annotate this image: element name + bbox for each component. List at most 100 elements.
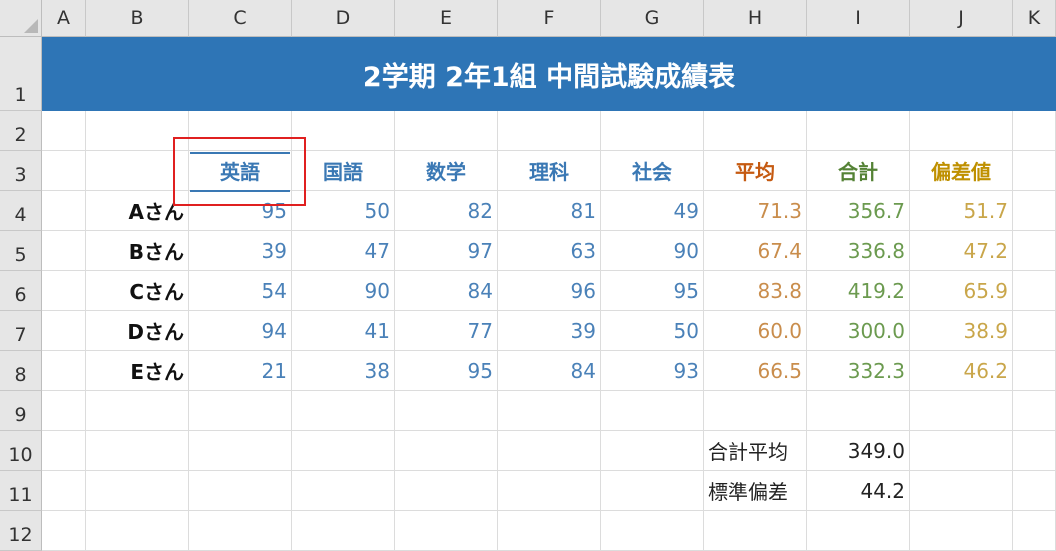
score-deviation[interactable]: 51.7 xyxy=(910,191,1013,231)
cell-d9[interactable] xyxy=(292,391,395,431)
column-header-d[interactable]: D xyxy=(292,0,395,37)
score-average[interactable]: 67.4 xyxy=(704,231,807,271)
score-social[interactable]: 90 xyxy=(601,231,704,271)
score-math[interactable]: 82 xyxy=(395,191,498,231)
score-total[interactable]: 336.8 xyxy=(807,231,910,271)
cell-i9[interactable] xyxy=(807,391,910,431)
score-science[interactable]: 84 xyxy=(498,351,601,391)
score-average[interactable]: 71.3 xyxy=(704,191,807,231)
cell-a4[interactable] xyxy=(42,191,86,231)
cell-k10[interactable] xyxy=(1013,431,1056,471)
score-total[interactable]: 419.2 xyxy=(807,271,910,311)
cell-c11[interactable] xyxy=(189,471,292,511)
column-header-c[interactable]: C xyxy=(189,0,292,37)
column-header-a[interactable]: A xyxy=(42,0,86,37)
cell-b11[interactable] xyxy=(86,471,189,511)
score-english[interactable]: 54 xyxy=(189,271,292,311)
score-science[interactable]: 81 xyxy=(498,191,601,231)
header-average[interactable]: 平均 xyxy=(704,151,807,191)
cell-k7[interactable] xyxy=(1013,311,1056,351)
cell-j10[interactable] xyxy=(910,431,1013,471)
cell-a3[interactable] xyxy=(42,151,86,191)
header-science[interactable]: 理科 xyxy=(498,151,601,191)
cell-a10[interactable] xyxy=(42,431,86,471)
score-japanese[interactable]: 47 xyxy=(292,231,395,271)
total-average-label[interactable]: 合計平均 xyxy=(704,431,807,471)
cell-b10[interactable] xyxy=(86,431,189,471)
header-deviation[interactable]: 偏差値 xyxy=(910,151,1013,191)
cell-d12[interactable] xyxy=(292,511,395,551)
cell-i12[interactable] xyxy=(807,511,910,551)
cell-i2[interactable] xyxy=(807,111,910,151)
cell-j12[interactable] xyxy=(910,511,1013,551)
cell-e10[interactable] xyxy=(395,431,498,471)
row-header-10[interactable]: 10 xyxy=(0,431,42,471)
cell-d2[interactable] xyxy=(292,111,395,151)
score-english[interactable]: 21 xyxy=(189,351,292,391)
row-header-8[interactable]: 8 xyxy=(0,351,42,391)
cell-j2[interactable] xyxy=(910,111,1013,151)
column-header-i[interactable]: I xyxy=(807,0,910,37)
header-japanese[interactable]: 国語 xyxy=(292,151,395,191)
cell-k8[interactable] xyxy=(1013,351,1056,391)
student-name[interactable]: Cさん xyxy=(86,271,189,311)
cell-g11[interactable] xyxy=(601,471,704,511)
cell-g12[interactable] xyxy=(601,511,704,551)
cell-d11[interactable] xyxy=(292,471,395,511)
cell-h12[interactable] xyxy=(704,511,807,551)
score-science[interactable]: 63 xyxy=(498,231,601,271)
std-dev-value[interactable]: 44.2 xyxy=(807,471,910,511)
cell-a8[interactable] xyxy=(42,351,86,391)
cell-c12[interactable] xyxy=(189,511,292,551)
score-total[interactable]: 332.3 xyxy=(807,351,910,391)
cell-k6[interactable] xyxy=(1013,271,1056,311)
score-english[interactable]: 39 xyxy=(189,231,292,271)
cell-a5[interactable] xyxy=(42,231,86,271)
score-japanese[interactable]: 38 xyxy=(292,351,395,391)
cell-c9[interactable] xyxy=(189,391,292,431)
score-science[interactable]: 96 xyxy=(498,271,601,311)
column-header-e[interactable]: E xyxy=(395,0,498,37)
score-average[interactable]: 83.8 xyxy=(704,271,807,311)
column-header-j[interactable]: J xyxy=(910,0,1013,37)
row-header-12[interactable]: 12 xyxy=(0,511,42,551)
row-header-1[interactable]: 1 xyxy=(0,37,42,111)
score-science[interactable]: 39 xyxy=(498,311,601,351)
score-japanese[interactable]: 41 xyxy=(292,311,395,351)
select-all-corner[interactable] xyxy=(0,0,42,37)
cell-k4[interactable] xyxy=(1013,191,1056,231)
cell-j11[interactable] xyxy=(910,471,1013,511)
sheet-title[interactable]: 2学期 2年1組 中間試験成績表 xyxy=(42,37,1056,111)
score-deviation[interactable]: 65.9 xyxy=(910,271,1013,311)
column-header-k[interactable]: K xyxy=(1013,0,1056,37)
score-deviation[interactable]: 47.2 xyxy=(910,231,1013,271)
row-header-9[interactable]: 9 xyxy=(0,391,42,431)
student-name[interactable]: Bさん xyxy=(86,231,189,271)
score-social[interactable]: 49 xyxy=(601,191,704,231)
cell-a11[interactable] xyxy=(42,471,86,511)
row-header-4[interactable]: 4 xyxy=(0,191,42,231)
row-header-7[interactable]: 7 xyxy=(0,311,42,351)
row-header-6[interactable]: 6 xyxy=(0,271,42,311)
column-header-g[interactable]: G xyxy=(601,0,704,37)
score-total[interactable]: 300.0 xyxy=(807,311,910,351)
score-social[interactable]: 95 xyxy=(601,271,704,311)
cell-c10[interactable] xyxy=(189,431,292,471)
score-math[interactable]: 84 xyxy=(395,271,498,311)
cell-k11[interactable] xyxy=(1013,471,1056,511)
row-header-11[interactable]: 11 xyxy=(0,471,42,511)
header-social[interactable]: 社会 xyxy=(601,151,704,191)
score-deviation[interactable]: 46.2 xyxy=(910,351,1013,391)
score-japanese[interactable]: 50 xyxy=(292,191,395,231)
std-dev-label[interactable]: 標準偏差 xyxy=(704,471,807,511)
cell-a7[interactable] xyxy=(42,311,86,351)
column-header-b[interactable]: B xyxy=(86,0,189,37)
row-header-5[interactable]: 5 xyxy=(0,231,42,271)
cell-h2[interactable] xyxy=(704,111,807,151)
cell-e11[interactable] xyxy=(395,471,498,511)
cell-b12[interactable] xyxy=(86,511,189,551)
cell-e12[interactable] xyxy=(395,511,498,551)
column-header-h[interactable]: H xyxy=(704,0,807,37)
cell-k2[interactable] xyxy=(1013,111,1056,151)
score-math[interactable]: 97 xyxy=(395,231,498,271)
